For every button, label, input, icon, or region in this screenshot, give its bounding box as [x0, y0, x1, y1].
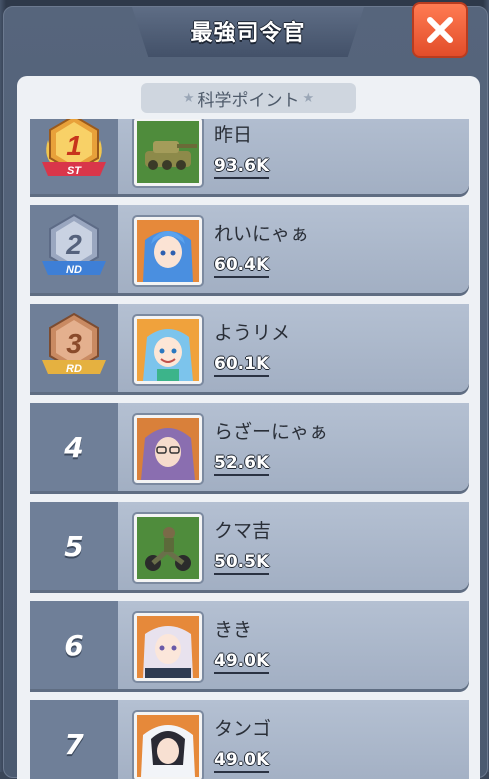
ranking-row-6[interactable]: 6 きき 49.0K — [30, 601, 469, 689]
white-hair-girl-avatar — [137, 616, 199, 678]
player-score: 49.0K — [214, 750, 270, 773]
rank-suffix: RD — [66, 363, 82, 375]
player-name: タンゴ — [214, 718, 272, 740]
purple-hair-girl-avatar — [137, 418, 199, 480]
player-name: れいにゃぁ — [214, 223, 310, 245]
player-score: 52.6K — [214, 453, 270, 476]
star-icon: ★ — [182, 90, 195, 106]
player-score: 50.5K — [214, 552, 270, 575]
player-avatar[interactable] — [132, 512, 204, 584]
leaderboard-panel: 最強司令官 ★ 科学ポイント ★ 1 ST 昨日 93.6K 2 ND れいにゃ… — [3, 6, 488, 779]
player-score: 93.6K — [214, 156, 270, 179]
rank-badge-3: 3 RD — [30, 304, 118, 392]
player-name: 昨日 — [214, 124, 253, 146]
close-icon — [427, 17, 453, 43]
ranking-container: ★ 科学ポイント ★ 1 ST 昨日 93.6K 2 ND れいにゃぁ 60.4… — [17, 76, 480, 779]
tank-avatar — [137, 121, 199, 183]
player-score: 60.1K — [214, 354, 270, 377]
rank-cell-6: 6 — [30, 601, 118, 689]
silver-medal-icon: 2 ND — [42, 213, 106, 276]
rank-number: 4 — [64, 430, 84, 464]
player-score: 49.0K — [214, 651, 270, 674]
rank-suffix: ND — [66, 264, 82, 276]
gold-medal-icon: 1 ST — [42, 119, 106, 177]
rank-number: 1 — [66, 130, 82, 161]
player-name: ようリメ — [214, 322, 291, 344]
player-name: らざーにゃぁ — [214, 421, 329, 443]
player-avatar[interactable] — [132, 215, 204, 287]
player-name: クマ吉 — [214, 520, 272, 542]
player-avatar[interactable] — [132, 413, 204, 485]
ranking-row-5[interactable]: 5 クマ吉 50.5K — [30, 502, 469, 590]
hooded-girl-avatar — [137, 715, 199, 777]
category-label: ★ 科学ポイント ★ — [141, 83, 356, 113]
ranking-row-3[interactable]: 3 RD ようリメ 60.1K — [30, 304, 469, 392]
ranking-list[interactable]: 1 ST 昨日 93.6K 2 ND れいにゃぁ 60.4K 3 RD ようリメ… — [30, 119, 469, 779]
bronze-medal-icon: 3 RD — [42, 312, 106, 375]
player-name: きき — [214, 619, 253, 641]
rank-cell-5: 5 — [30, 502, 118, 590]
ranking-row-4[interactable]: 4 らざーにゃぁ 52.6K — [30, 403, 469, 491]
category-text: 科学ポイント — [197, 90, 300, 111]
player-avatar[interactable] — [132, 611, 204, 683]
rank-number: 6 — [64, 628, 84, 662]
rank-suffix: ST — [67, 165, 82, 177]
rank-cell-4: 4 — [30, 403, 118, 491]
rank-number: 3 — [66, 328, 82, 359]
rank-badge-2: 2 ND — [30, 205, 118, 293]
rank-number: 5 — [64, 529, 84, 563]
aqua-girl-avatar — [137, 319, 199, 381]
star-icon: ★ — [302, 90, 315, 106]
rank-cell-7: 7 — [30, 700, 118, 779]
player-avatar[interactable] — [132, 710, 204, 779]
rank-number: 7 — [64, 727, 84, 761]
player-avatar[interactable] — [132, 314, 204, 386]
rank-badge-1: 1 ST — [30, 119, 118, 194]
ranking-row-1[interactable]: 1 ST 昨日 93.6K — [30, 119, 469, 194]
motorbike-soldier-avatar — [137, 517, 199, 579]
ranking-row-2[interactable]: 2 ND れいにゃぁ 60.4K — [30, 205, 469, 293]
blue-hair-girl-avatar — [137, 220, 199, 282]
player-score: 60.4K — [214, 255, 270, 278]
page-title: 最強司令官 — [190, 21, 306, 46]
ranking-row-7[interactable]: 7 タンゴ 49.0K — [30, 700, 469, 779]
rank-number: 2 — [65, 229, 82, 260]
close-button[interactable] — [412, 2, 468, 58]
player-avatar[interactable] — [132, 119, 204, 188]
